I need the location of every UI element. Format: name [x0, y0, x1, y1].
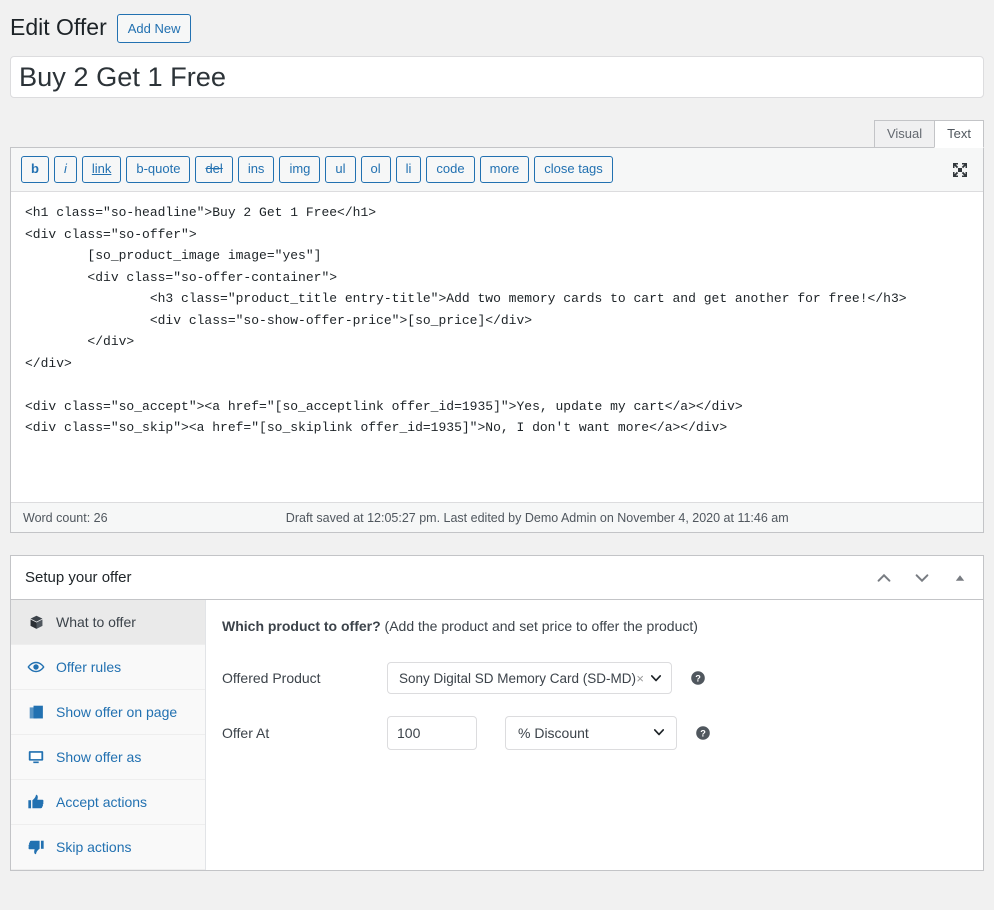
sidebar-item-label: Accept actions: [56, 794, 148, 810]
sidebar-item-what-to-offer[interactable]: What to offer: [11, 600, 205, 645]
word-count-label: Word count: 26: [23, 510, 108, 525]
quicktag-link[interactable]: link: [81, 156, 122, 183]
editor-status-bar: Word count: 26 Draft saved at 12:05:27 p…: [11, 502, 983, 532]
sidebar-item-label: What to offer: [56, 614, 136, 630]
quicktag-close-tags[interactable]: close tags: [534, 156, 613, 183]
quicktags-toolbar: b i link b-quote del ins img ul ol li co…: [11, 148, 983, 192]
editor-box: b i link b-quote del ins img ul ol li co…: [10, 147, 984, 533]
quicktag-more[interactable]: more: [479, 156, 530, 183]
sidebar-item-show-offer-on-page[interactable]: Show offer on page: [11, 690, 205, 735]
offer-at-row: Offer At % Discount ?: [222, 716, 963, 750]
metabox-controls: [873, 567, 971, 589]
metabox-header: Setup your offer: [11, 556, 983, 600]
svg-text:?: ?: [700, 729, 706, 739]
clear-selection-icon[interactable]: ×: [636, 671, 644, 686]
offered-product-help-icon[interactable]: ?: [690, 670, 706, 686]
offer-settings-nav: What to offer Offer rules Show offer on …: [11, 600, 206, 870]
title-field-wrap: [0, 48, 994, 98]
offer-at-amount-input[interactable]: [387, 716, 477, 750]
quicktag-del[interactable]: del: [195, 156, 233, 183]
toggle-panel-icon[interactable]: [949, 567, 971, 589]
offer-at-label: Offer At: [222, 725, 270, 741]
quicktag-ul[interactable]: ul: [325, 156, 356, 183]
quicktag-code[interactable]: code: [426, 156, 475, 183]
move-down-icon[interactable]: [911, 567, 933, 589]
post-title-input[interactable]: [10, 56, 984, 98]
sidebar-item-show-offer-as[interactable]: Show offer as: [11, 735, 205, 780]
sidebar-item-label: Offer rules: [56, 659, 122, 675]
quicktag-ol[interactable]: ol: [360, 156, 391, 183]
offered-product-row: Offered Product Sony Digital SD Memory C…: [222, 662, 963, 694]
page-title: Edit Offer: [10, 13, 107, 40]
desktop-icon: [27, 748, 45, 766]
add-new-button[interactable]: Add New: [116, 13, 192, 44]
offer-at-type-value: % Discount: [518, 725, 589, 741]
sidebar-item-label: Show offer on page: [56, 704, 178, 720]
setup-your-offer-metabox: Setup your offer What to offer Offer rul…: [10, 555, 984, 871]
panel-question-bold: Which product to offer?: [222, 618, 381, 634]
panel-question-rest: (Add the product and set price to offer …: [380, 618, 698, 634]
quicktag-i[interactable]: i: [53, 156, 77, 183]
move-up-icon[interactable]: [873, 567, 895, 589]
quicktag-b-quote[interactable]: b-quote: [126, 156, 191, 183]
tab-text[interactable]: Text: [934, 120, 984, 148]
metabox-body: What to offer Offer rules Show offer on …: [11, 600, 983, 870]
sidebar-item-label: Show offer as: [56, 749, 142, 765]
editor-container: Visual Text b i link b-quote del ins img…: [0, 120, 994, 533]
offered-product-select[interactable]: Sony Digital SD Memory Card (SD-MD) ×: [387, 662, 672, 694]
post-content-textarea[interactable]: [11, 192, 983, 502]
offer-at-type-select[interactable]: % Discount: [505, 716, 677, 750]
sidebar-item-label: Skip actions: [56, 839, 132, 855]
quicktag-ins[interactable]: ins: [237, 156, 275, 183]
quicktag-li[interactable]: li: [395, 156, 422, 183]
tab-visual[interactable]: Visual: [873, 120, 936, 147]
svg-text:?: ?: [695, 674, 701, 684]
sidebar-item-offer-rules[interactable]: Offer rules: [11, 645, 205, 690]
chevron-down-icon[interactable]: [652, 725, 666, 742]
panel-question: Which product to offer? (Add the product…: [222, 618, 963, 634]
product-box-icon: [27, 613, 45, 631]
quicktag-img[interactable]: img: [279, 156, 321, 183]
metabox-title: Setup your offer: [25, 569, 132, 586]
page-header: Edit Offer Add New: [0, 0, 994, 48]
fullscreen-expand-icon[interactable]: [949, 159, 971, 181]
offer-at-help-icon[interactable]: ?: [695, 725, 711, 741]
thumbs-up-icon: [27, 793, 45, 811]
editor-mode-tabs: Visual Text: [10, 120, 984, 148]
draft-saved-note: Draft saved at 12:05:27 pm. Last edited …: [285, 510, 789, 525]
what-to-offer-panel: Which product to offer? (Add the product…: [206, 600, 983, 870]
thumbs-down-icon: [27, 838, 45, 856]
visibility-eye-icon: [27, 658, 45, 676]
quicktag-b[interactable]: b: [21, 156, 49, 183]
sidebar-item-skip-actions[interactable]: Skip actions: [11, 825, 205, 870]
offered-product-value: Sony Digital SD Memory Card (SD-MD): [399, 670, 637, 686]
sidebar-item-accept-actions[interactable]: Accept actions: [11, 780, 205, 825]
pages-icon: [27, 703, 45, 721]
offered-product-label: Offered Product: [222, 670, 321, 686]
chevron-down-icon[interactable]: [649, 671, 663, 685]
